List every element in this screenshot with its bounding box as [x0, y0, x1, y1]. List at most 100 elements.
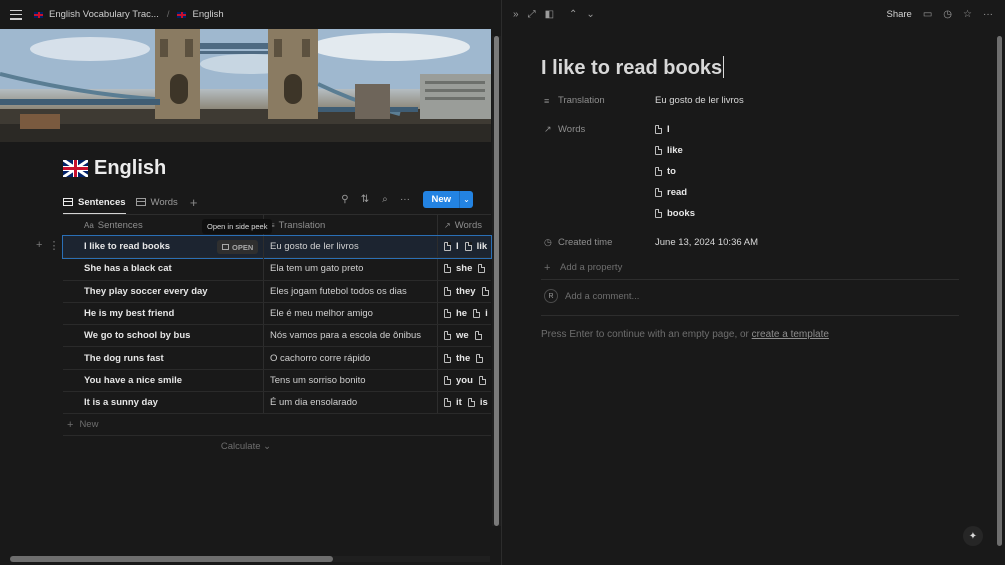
page-icon: [444, 309, 451, 319]
translation-cell[interactable]: Eu gosto de ler livros: [264, 236, 438, 258]
translation-cell[interactable]: Nós vamos para a escola de ônibus: [264, 325, 438, 347]
word-relation-item[interactable]: to: [655, 161, 695, 182]
page-title-text[interactable]: English: [94, 157, 166, 180]
more-options-icon[interactable]: ···: [983, 9, 993, 20]
word-relation-item[interactable]: like: [655, 140, 695, 161]
open-side-peek-button[interactable]: OPEN: [217, 240, 259, 254]
breadcrumb-item-current[interactable]: English: [192, 9, 223, 20]
table-row[interactable]: They play soccer every day Eles jogam fut…: [63, 280, 491, 303]
page-icon: [473, 309, 481, 319]
add-view-button[interactable]: +: [190, 195, 198, 210]
page-title[interactable]: I like to read books: [541, 56, 725, 80]
word-link[interactable]: he: [456, 308, 467, 319]
word-relation-item[interactable]: books: [655, 203, 695, 224]
word-link[interactable]: she: [456, 263, 472, 274]
word-label: I: [667, 124, 670, 135]
uk-flag-icon: [177, 11, 187, 18]
star-icon[interactable]: ☆: [963, 9, 972, 20]
calculate-button[interactable]: Calculate ⌄: [63, 441, 491, 452]
words-cell[interactable]: he i: [438, 303, 491, 324]
sentence-cell[interactable]: They play soccer every day: [63, 280, 264, 302]
column-header-translation[interactable]: ≡ Translation: [264, 215, 438, 235]
share-button[interactable]: Share: [886, 9, 911, 20]
sentence-cell[interactable]: I like to read books OPEN: [63, 236, 264, 258]
word-link[interactable]: you: [456, 375, 473, 386]
words-cell[interactable]: the: [438, 347, 491, 368]
ai-sparkle-icon[interactable]: ✦: [963, 526, 983, 546]
word-relation-item[interactable]: I: [655, 119, 695, 140]
words-cell[interactable]: she: [438, 258, 491, 279]
translation-cell[interactable]: O cachorro corre rápido: [264, 347, 438, 369]
search-icon[interactable]: ⌕: [379, 194, 390, 205]
peek-mode-icon[interactable]: ◧: [545, 9, 554, 20]
tab-words[interactable]: Words: [135, 191, 178, 213]
words-cell[interactable]: you: [438, 370, 491, 391]
table-row[interactable]: You have a nice smile Tens um sorriso bon…: [63, 369, 491, 393]
vertical-scrollbar[interactable]: [996, 36, 1003, 546]
vertical-scrollbar[interactable]: [492, 36, 501, 526]
words-cell[interactable]: Ilik: [438, 236, 491, 257]
sentence-cell[interactable]: It is a sunny day: [63, 392, 264, 414]
page-title-text[interactable]: I like to read books: [541, 57, 722, 79]
property-label[interactable]: ≡ Translation: [544, 90, 655, 111]
chevron-up-icon[interactable]: ⌃: [569, 9, 577, 20]
more-options-icon[interactable]: ···: [399, 194, 410, 205]
word-link[interactable]: we: [456, 330, 469, 341]
create-template-link[interactable]: create a template: [752, 329, 829, 340]
add-property-button[interactable]: + Add a property: [544, 257, 964, 278]
comment-input[interactable]: R Add a comment...: [544, 289, 639, 303]
history-icon[interactable]: ◷: [943, 9, 952, 20]
word-link[interactable]: i: [485, 308, 488, 319]
close-peek-icon[interactable]: »: [513, 9, 519, 20]
sort-icon[interactable]: ⇅: [359, 194, 370, 205]
add-row-icon[interactable]: +: [36, 239, 42, 252]
translation-cell[interactable]: Ela tem um gato preto: [264, 258, 438, 280]
sentence-cell[interactable]: He is my best friend: [63, 302, 264, 325]
plus-icon: +: [67, 418, 74, 431]
word-link[interactable]: lik: [477, 241, 488, 252]
table-row[interactable]: I like to read books OPEN Eu gosto de ler …: [62, 234, 492, 260]
table-row[interactable]: It is a sunny day É um dia ensolarado it is: [63, 392, 491, 415]
new-button-group: New ⌄: [423, 191, 473, 208]
translation-cell[interactable]: É um dia ensolarado: [264, 392, 438, 414]
breadcrumb-item-parent[interactable]: English Vocabulary Trac...: [49, 9, 159, 20]
words-cell[interactable]: they: [438, 281, 491, 302]
sentence-cell[interactable]: You have a nice smile: [63, 369, 264, 392]
table-row[interactable]: She has a black cat Ela tem um gato preto…: [63, 258, 491, 281]
filter-icon[interactable]: ⚲: [339, 194, 350, 205]
word-link[interactable]: it: [456, 397, 462, 408]
property-label-text: Words: [558, 124, 586, 135]
table-row[interactable]: We go to school by bus Nós vamos para a e…: [63, 325, 491, 348]
translation-cell[interactable]: Tens um sorriso bonito: [264, 369, 438, 392]
word-link[interactable]: the: [456, 353, 470, 364]
column-header-words[interactable]: ↗ Words: [438, 215, 491, 235]
table-row[interactable]: He is my best friend Ele é meu melhor ami…: [63, 302, 491, 326]
word-link[interactable]: is: [480, 397, 488, 408]
property-words: ↗ Words Ilike to read books: [544, 119, 964, 224]
words-cell[interactable]: it is: [438, 392, 491, 413]
translation-cell[interactable]: Eles jogam futebol todos os dias: [264, 280, 438, 302]
translation-value[interactable]: Eu gosto de ler livros: [655, 90, 744, 111]
sentence-cell[interactable]: The dog runs fast: [63, 347, 264, 369]
word-link[interactable]: I: [456, 241, 459, 252]
tab-sentences[interactable]: Sentences: [63, 191, 126, 215]
menu-icon[interactable]: [10, 9, 22, 20]
new-row-button[interactable]: + New: [63, 414, 491, 437]
comments-icon[interactable]: ▭: [923, 9, 932, 20]
word-relation-item[interactable]: read: [655, 182, 695, 203]
words-cell[interactable]: we: [438, 325, 491, 346]
translation-cell[interactable]: Ele é meu melhor amigo: [264, 302, 438, 325]
word-link[interactable]: they: [456, 286, 476, 297]
chevron-down-icon[interactable]: ⌄: [586, 9, 594, 20]
new-row-label: New: [79, 419, 99, 431]
table-row[interactable]: The dog runs fast O cachorro corre rápido…: [63, 347, 491, 370]
sentence-cell[interactable]: She has a black cat: [63, 258, 264, 280]
expand-icon[interactable]: ⤢: [528, 9, 536, 20]
sentence-cell[interactable]: We go to school by bus: [63, 325, 264, 347]
property-label[interactable]: ↗ Words: [544, 119, 655, 140]
new-button[interactable]: New: [423, 191, 459, 208]
sentence-text: We go to school by bus: [84, 330, 191, 342]
property-label[interactable]: ◷ Created time: [544, 232, 655, 253]
new-dropdown-icon[interactable]: ⌄: [459, 191, 473, 208]
horizontal-scrollbar[interactable]: [10, 556, 490, 562]
